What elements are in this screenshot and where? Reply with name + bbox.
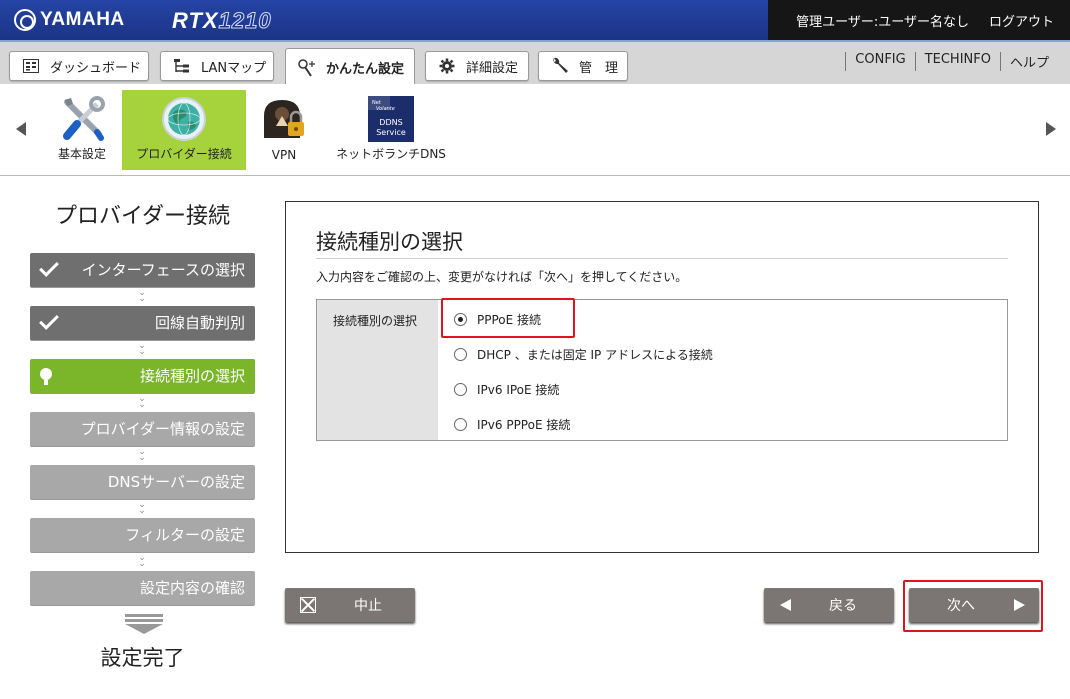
cancel-label: 中止: [354, 598, 382, 614]
step-label: フィルターの設定: [125, 526, 245, 544]
top-links: CONFIG TECHINFO ヘルプ: [845, 52, 1058, 71]
submenu-basic-settings[interactable]: 基本設定: [50, 90, 114, 170]
tab-easy-setup[interactable]: かんたん設定: [285, 48, 415, 86]
chevron-down-icon: ⌄ ⌄: [138, 447, 146, 463]
back-button[interactable]: 戻る: [764, 588, 894, 622]
option-ipv6-pppoe[interactable]: IPv6 PPPoE 接続: [454, 416, 570, 433]
chevron-down-icon: ⌄ ⌄: [138, 500, 146, 516]
submenu-vpn[interactable]: VPN: [256, 90, 312, 170]
scroll-left-arrow-icon[interactable]: [16, 122, 26, 136]
logo-text: YAMAHA: [40, 9, 125, 30]
ddns-logo-text: Volante: [376, 106, 395, 112]
step-confirm: 設定内容の確認: [30, 571, 255, 605]
gear-icon: [436, 57, 458, 75]
step-label: プロバイダー情報の設定: [80, 420, 245, 438]
top-header: YAMAHA RTX1210 管理ユーザー:ユーザー名なし ログアウト: [0, 0, 1070, 40]
step-label: インターフェースの選択: [81, 261, 245, 279]
option-label: IPv6 PPPoE 接続: [477, 418, 571, 432]
cancel-button[interactable]: 中止: [285, 588, 415, 622]
wrench-icon: [549, 57, 571, 75]
scroll-right-arrow-icon[interactable]: [1046, 122, 1056, 136]
tab-label: かんたん設定: [326, 62, 405, 77]
step-provider-info: プロバイダー情報の設定: [30, 412, 255, 446]
option-dhcp-static[interactable]: DHCP 、または固定 IP アドレスによる接続: [454, 346, 713, 363]
page-title: 接続種別の選択: [316, 230, 463, 254]
submenu-label: プロバイダー接続: [136, 147, 232, 161]
lan-map-icon: [171, 57, 193, 75]
chevron-down-icon: ⌄ ⌄: [138, 394, 146, 410]
connection-type-panel: 接続種別の選択 入力内容をご確認の上、変更がなければ「次へ」を押してください。 …: [285, 201, 1039, 553]
model-number: 1210: [218, 8, 272, 34]
checkmark-icon: [39, 257, 59, 277]
step-label: 設定内容の確認: [139, 579, 245, 597]
wand-icon: [296, 58, 318, 77]
tab-label: 管 理: [579, 60, 619, 76]
step-interface-selection: インターフェースの選択: [30, 253, 255, 287]
config-link[interactable]: CONFIG: [845, 52, 914, 71]
chevron-down-icon: ⌄ ⌄: [138, 341, 146, 357]
wizard-title: プロバイダー接続: [54, 204, 231, 229]
techinfo-link[interactable]: TECHINFO: [914, 52, 1000, 71]
ddns-logo-text: Service: [376, 128, 406, 137]
logout-link[interactable]: ログアウト: [989, 11, 1054, 30]
title-divider: [316, 258, 1008, 259]
step-filter: フィルターの設定: [30, 518, 255, 552]
tab-label: 詳細設定: [466, 60, 519, 76]
chevron-down-icon: ⌄ ⌄: [138, 553, 146, 569]
easy-setup-submenu: 基本設定 プロバイダー接続 VPN Net Volante DDNS Servi…: [0, 84, 1070, 176]
vpn-lock-icon: [260, 96, 308, 145]
instruction-text: 入力内容をご確認の上、変更がなければ「次へ」を押してください。: [316, 270, 688, 284]
step-line-auto-detect: 回線自動判別: [30, 306, 255, 340]
submenu-label: ネットボランチDNS: [336, 147, 446, 161]
field-label: 接続種別の選択: [317, 300, 438, 440]
step-label: DNSサーバーの設定: [107, 473, 245, 491]
step-label: 回線自動判別: [154, 314, 245, 332]
router-model: RTX1210: [172, 8, 272, 34]
pppoe-highlight-box: [441, 298, 575, 338]
tab-lan-map[interactable]: LANマップ: [160, 51, 274, 81]
user-status: 管理ユーザー:ユーザー名なし: [796, 14, 969, 30]
yamaha-tuning-fork-icon: [14, 9, 36, 31]
checkmark-icon: [39, 310, 59, 330]
submenu-netvolante-dns[interactable]: Net Volante DDNS Service ネットボランチDNS: [326, 90, 456, 170]
close-icon: [300, 597, 316, 613]
option-label: IPv6 IPoE 接続: [477, 383, 560, 397]
tools-icon: [59, 96, 105, 145]
option-label: DHCP 、または固定 IP アドレスによる接続: [477, 348, 713, 362]
chevron-down-icon: ⌄ ⌄: [138, 288, 146, 304]
down-arrow-icon: [125, 614, 163, 634]
next-highlight-box: [903, 580, 1043, 632]
tab-management[interactable]: 管 理: [538, 51, 628, 81]
option-ipv6-ipoe[interactable]: IPv6 IPoE 接続: [454, 381, 559, 398]
globe-icon: [161, 96, 207, 145]
back-label: 戻る: [829, 598, 857, 614]
tab-label: ダッシュボード: [50, 60, 142, 76]
submenu-label: VPN: [271, 148, 297, 162]
radio-button[interactable]: [454, 383, 467, 396]
step-label: 接続種別の選択: [139, 367, 245, 385]
help-link[interactable]: ヘルプ: [999, 52, 1058, 71]
step-connection-type: 接続種別の選択: [30, 359, 255, 393]
yamaha-logo: YAMAHA: [14, 8, 125, 32]
step-dns-server: DNSサーバーの設定: [30, 465, 255, 499]
setup-complete-label: 設定完了: [100, 646, 185, 670]
tab-dashboard[interactable]: ダッシュボード: [9, 51, 149, 81]
radio-button[interactable]: [454, 418, 467, 431]
current-step-bulb-icon: [40, 368, 52, 385]
tab-advanced-settings[interactable]: 詳細設定: [425, 51, 529, 81]
main-tab-bar: ダッシュボード LANマップ かんたん設定 詳細設定 管 理 CONFIG TE…: [0, 40, 1070, 86]
connection-type-table: 接続種別の選択 PPPoE 接続 DHCP 、または固定 IP アドレスによる接…: [316, 298, 1008, 441]
radio-button[interactable]: [454, 348, 467, 361]
tab-label: LANマップ: [201, 60, 267, 76]
submenu-label: 基本設定: [57, 147, 106, 161]
ddns-service-icon: Net Volante DDNS Service: [368, 96, 414, 145]
submenu-provider-connection[interactable]: プロバイダー接続: [122, 90, 246, 170]
dashboard-icon: [20, 57, 42, 75]
user-bar: 管理ユーザー:ユーザー名なし ログアウト: [768, 0, 1070, 40]
model-prefix: RTX: [172, 8, 219, 33]
ddns-logo-text: DDNS: [379, 118, 402, 127]
back-arrow-icon: [780, 599, 791, 611]
